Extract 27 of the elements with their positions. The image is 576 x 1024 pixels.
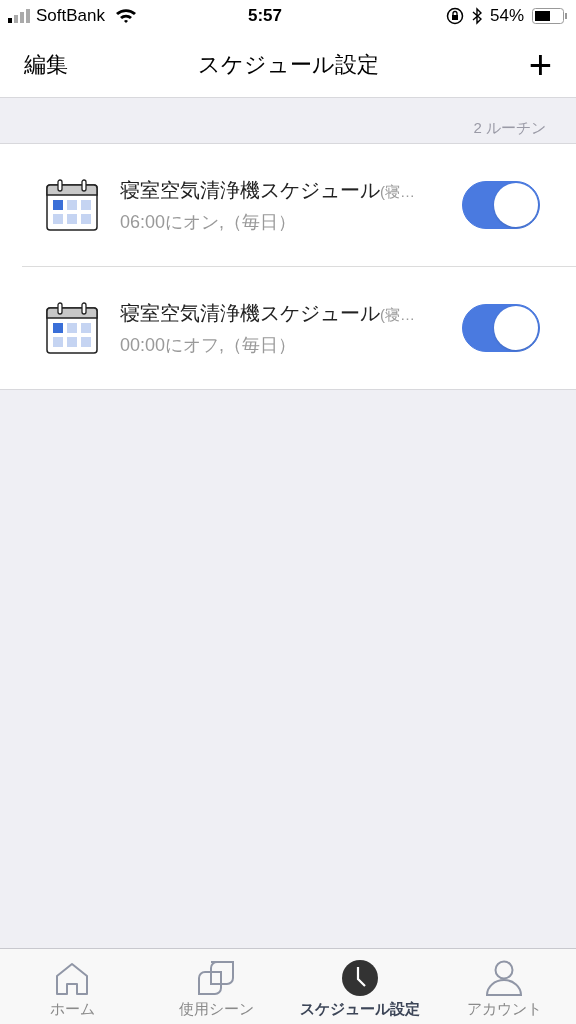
clock-icon	[342, 959, 378, 996]
calendar-icon	[46, 179, 98, 231]
schedule-detail: 06:00にオン,（毎日）	[120, 210, 298, 234]
add-button[interactable]: +	[528, 44, 552, 85]
rotation-lock-icon	[445, 7, 464, 25]
routine-count: 2 ルーチン	[473, 117, 546, 138]
home-icon	[55, 961, 89, 996]
toggle-switch[interactable]	[462, 304, 540, 352]
schedule-title-suffix: (寝…	[380, 181, 415, 202]
schedule-detail: 00:00にオフ,（毎日）	[120, 333, 298, 357]
bluetooth-icon	[471, 7, 482, 25]
tab[interactable]: スケジュール設定	[288, 949, 432, 1024]
screen-title: スケジュール設定	[197, 51, 379, 79]
carrier-name: SoftBank	[36, 5, 105, 28]
schedule-title-suffix: (寝…	[380, 304, 415, 325]
overlapping-squares-icon	[197, 959, 235, 996]
edit-button[interactable]: 編集	[24, 48, 68, 81]
schedule-title: 寝室空気清浄機スケジュール	[120, 177, 380, 203]
calendar-icon	[46, 302, 98, 354]
status-time: 5:57	[248, 5, 283, 28]
toggle-switch[interactable]	[462, 181, 540, 229]
signal-icon	[8, 9, 32, 23]
wifi-icon	[115, 8, 137, 24]
person-icon	[485, 959, 523, 996]
schedule-title: 寝室空気清浄機スケジュール	[120, 300, 380, 326]
battery-icon	[532, 8, 568, 24]
battery-percent: 54%	[489, 5, 524, 28]
